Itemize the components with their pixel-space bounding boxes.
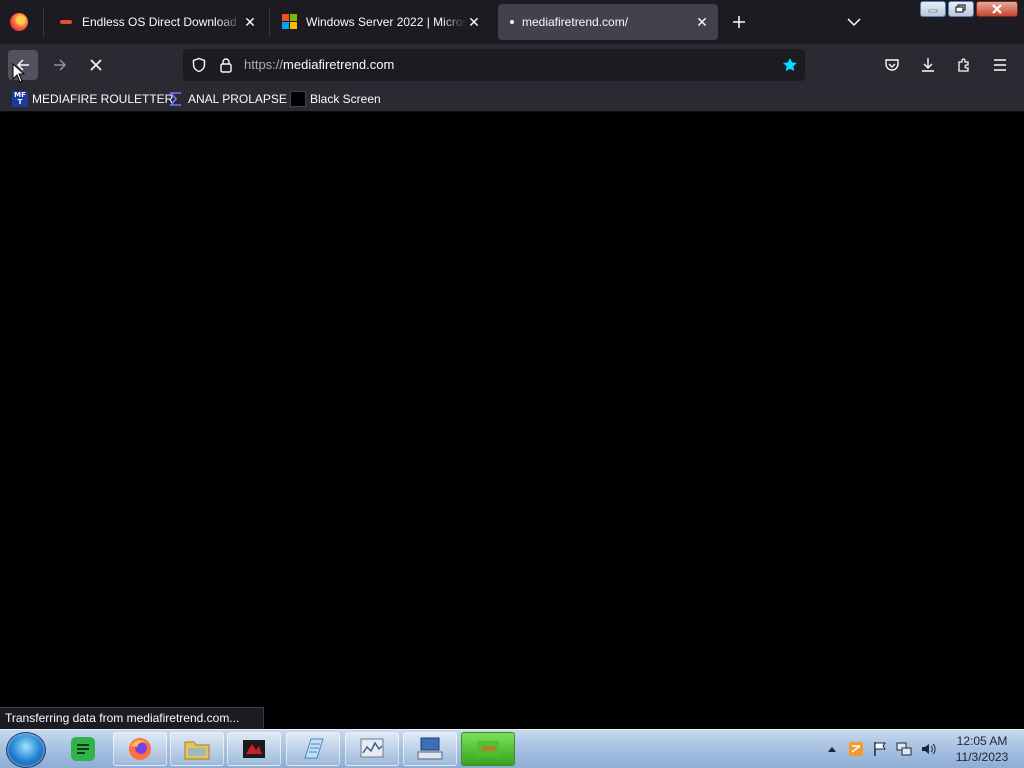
minimize-icon [928, 9, 938, 13]
black-square-icon [290, 91, 306, 107]
close-window-button[interactable] [976, 1, 1018, 17]
bookmark-label: ANAL PROLAPSE [188, 92, 287, 106]
restore-icon [955, 4, 966, 13]
taskbar: 12:05 AM 11/3/2023 [0, 729, 1024, 768]
network-icon-glyph [896, 742, 912, 756]
mft-icon: MF T [12, 91, 28, 107]
clock-time: 12:05 AM [956, 734, 1008, 748]
notepad-icon [304, 738, 324, 759]
taskbar-app-monitor[interactable] [345, 732, 399, 766]
bookmark-mediafire-rouletter[interactable]: MF T MEDIAFIRE ROULETTER [12, 90, 173, 108]
url-bar[interactable]: https://mediafiretrend.com [183, 49, 805, 81]
shield-icon[interactable] [191, 57, 207, 73]
tray-app-icon[interactable] [848, 741, 864, 757]
app-menu-button[interactable] [985, 50, 1015, 80]
volume-icon[interactable] [920, 741, 936, 757]
download-icon [922, 58, 934, 72]
tab-strip: Endless OS Direct Download | Endless OS … [0, 0, 1024, 44]
notes-icon [71, 737, 95, 761]
pocket-button[interactable] [877, 50, 907, 80]
stop-button[interactable] [81, 50, 111, 80]
arrow-right-icon [54, 59, 67, 71]
tab-mediafiretrend[interactable]: mediafiretrend.com/ ✕ [498, 4, 718, 40]
close-icon[interactable]: ✕ [466, 14, 482, 30]
bookmark-label: Black Screen [310, 92, 381, 106]
sigma-icon [168, 91, 184, 107]
url-host: mediafiretrend.com [283, 57, 395, 72]
orange-app-icon [849, 742, 863, 756]
clock-date: 11/3/2023 [955, 750, 1009, 764]
flag-icon [874, 742, 886, 756]
game-card-icon [243, 740, 265, 758]
minimize-button[interactable] [920, 1, 946, 17]
taskbar-app-firefox[interactable] [113, 732, 167, 766]
start-button[interactable] [6, 732, 46, 768]
taskbar-app-keyboard[interactable] [403, 732, 457, 766]
forward-button[interactable] [45, 50, 75, 80]
url-scheme: https:// [244, 57, 284, 72]
monitor-graph-icon [360, 738, 384, 758]
firefox-menu-icon[interactable] [10, 13, 28, 31]
stop-x-icon [90, 59, 102, 71]
close-icon[interactable]: ✕ [694, 14, 710, 30]
page-content[interactable] [0, 113, 1024, 729]
window-controls [918, 1, 1018, 17]
microsoft-icon [282, 14, 298, 30]
bookmarks-toolbar: MF T MEDIAFIRE ROULETTER ANAL PROLAPSE Bl… [0, 86, 1024, 112]
show-hidden-icons-button[interactable] [824, 741, 840, 757]
action-center-icon[interactable] [872, 741, 888, 757]
taskbar-app-notes[interactable] [56, 732, 110, 766]
keyboard-icon [417, 737, 443, 760]
plus-icon [733, 16, 745, 28]
tab-title: Endless OS Direct Download | Endless OS [82, 15, 242, 29]
endless-os-icon [58, 14, 74, 30]
taskbar-app-editor[interactable] [286, 732, 340, 766]
loading-dot-icon [510, 20, 514, 24]
close-icon[interactable]: ✕ [242, 14, 258, 30]
tab-endless-os[interactable]: Endless OS Direct Download | Endless OS … [50, 4, 266, 40]
system-tray [820, 736, 940, 762]
navigation-toolbar: https://mediafiretrend.com [0, 44, 1024, 86]
mouse-cursor-icon [12, 63, 26, 83]
firefox-icon [129, 738, 151, 760]
list-all-tabs-button[interactable] [842, 10, 866, 34]
taskbar-app-game[interactable] [227, 732, 281, 766]
taskbar-app-active[interactable] [461, 732, 515, 766]
chevron-down-icon [847, 18, 861, 27]
pocket-icon [885, 59, 899, 71]
chevron-up-icon [828, 747, 836, 752]
restore-button[interactable] [948, 1, 974, 17]
folder-icon [184, 741, 210, 760]
close-icon [992, 4, 1002, 14]
bookmark-star-icon[interactable] [782, 57, 798, 73]
speaker-icon [922, 743, 936, 755]
tab-separator [269, 8, 270, 36]
bookmark-label: MEDIAFIRE ROULETTER [32, 92, 174, 106]
puzzle-icon [958, 58, 969, 72]
green-window-icon [477, 741, 499, 757]
network-icon[interactable] [896, 741, 912, 757]
new-tab-button[interactable] [727, 10, 751, 34]
lock-icon[interactable] [218, 57, 234, 73]
status-panel: Transferring data from mediafiretrend.co… [0, 707, 264, 729]
bookmark-anal-prolapse[interactable]: ANAL PROLAPSE [168, 90, 287, 108]
taskbar-app-explorer[interactable] [170, 732, 224, 766]
bookmark-black-screen[interactable]: Black Screen [290, 90, 381, 108]
tab-windows-server[interactable]: Windows Server 2022 | Microsoft ✕ [274, 4, 490, 40]
hamburger-menu-icon [994, 59, 1006, 71]
extensions-button[interactable] [949, 50, 979, 80]
tab-title: Windows Server 2022 | Microsoft [306, 15, 466, 29]
system-clock[interactable]: 12:05 AM 11/3/2023 [948, 733, 1016, 765]
tab-title: mediafiretrend.com/ [522, 15, 629, 29]
url-text[interactable]: https://mediafiretrend.com [244, 57, 394, 72]
tab-separator [43, 8, 44, 36]
downloads-button[interactable] [913, 50, 943, 80]
